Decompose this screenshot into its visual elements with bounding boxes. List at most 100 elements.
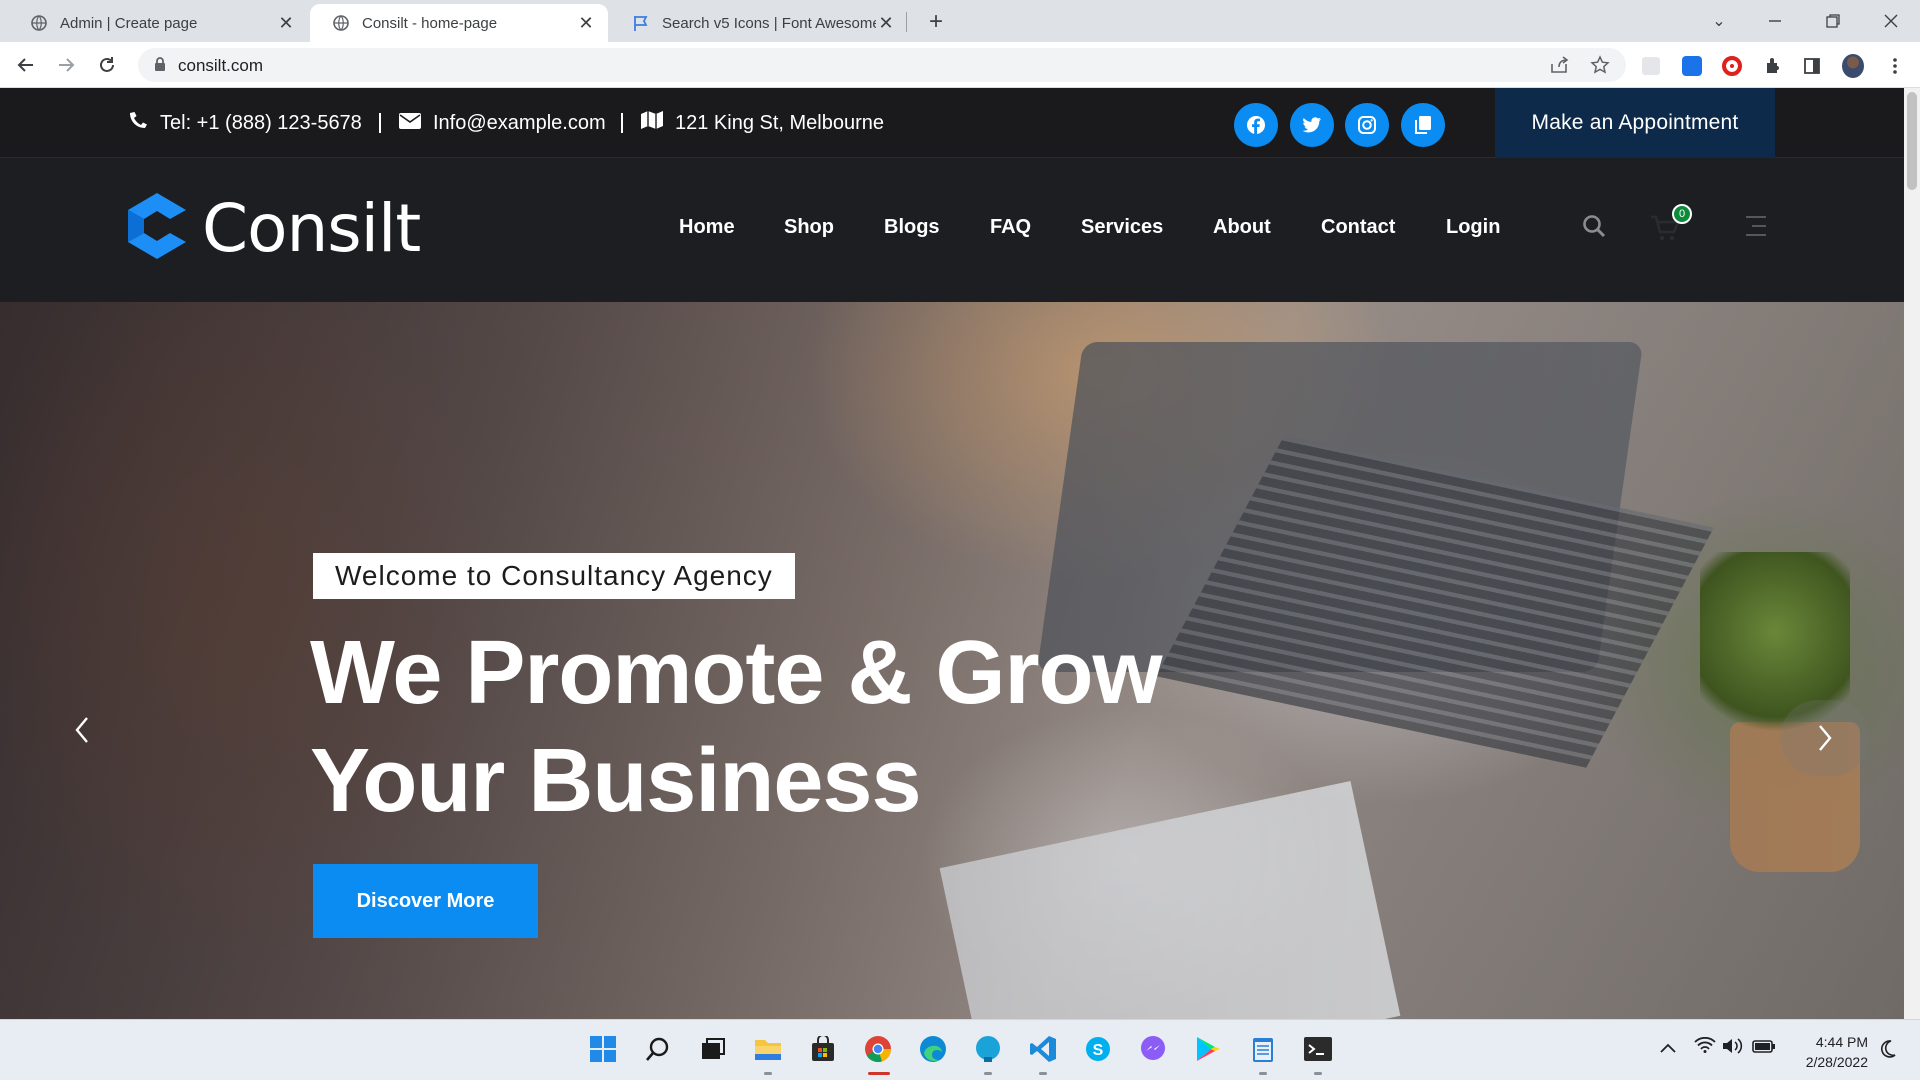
chrome-icon[interactable]: [861, 1032, 895, 1066]
divider: [379, 113, 381, 133]
bookmark-star-icon[interactable]: [1590, 55, 1610, 80]
email-text: Info@example.com: [433, 111, 606, 134]
tab-title: Search v5 Icons | Font Awesome: [662, 14, 876, 32]
clock-date: 2/28/2022: [1805, 1054, 1868, 1070]
active-indicator: [868, 1072, 890, 1075]
reload-button[interactable]: [93, 51, 121, 79]
tab-font-awesome[interactable]: Search v5 Icons | Font Awesome ✕: [610, 4, 908, 42]
url-text[interactable]: consilt.com: [178, 56, 263, 76]
windows-start-icon[interactable]: [586, 1032, 620, 1066]
nav-item-home[interactable]: Home: [679, 216, 735, 239]
instagram-icon[interactable]: [1345, 103, 1389, 147]
facebook-icon[interactable]: [1234, 103, 1278, 147]
close-icon[interactable]: ✕: [576, 13, 596, 33]
slider-prev-arrow[interactable]: [62, 700, 102, 760]
search-icon[interactable]: [1582, 214, 1606, 243]
twitter-icon[interactable]: [1290, 103, 1334, 147]
discover-more-button[interactable]: Discover More: [313, 864, 538, 938]
nav-item-contact[interactable]: Contact: [1321, 216, 1395, 239]
chevron-up-icon[interactable]: [1660, 1040, 1676, 1058]
volume-icon[interactable]: [1722, 1037, 1744, 1060]
file-explorer-icon[interactable]: [751, 1032, 785, 1066]
hero-headline-line1: We Promote & Grow: [310, 623, 1162, 723]
slider-next-arrow[interactable]: [1780, 700, 1870, 776]
globe-icon: [30, 14, 48, 32]
phone-contact[interactable]: Tel: +1 (888) 123-5678: [128, 110, 362, 136]
logo[interactable]: Consilt: [128, 189, 421, 267]
envelope-icon: [399, 112, 433, 135]
terminal-icon[interactable]: [1301, 1032, 1335, 1066]
nav-item-faq[interactable]: FAQ: [990, 216, 1031, 239]
extension-blank-icon[interactable]: [1640, 55, 1662, 77]
close-icon[interactable]: ✕: [876, 13, 896, 33]
hamburger-menu-icon[interactable]: [1746, 216, 1766, 243]
store-icon[interactable]: [806, 1032, 840, 1066]
address-contact[interactable]: 121 King St, Melbourne: [641, 110, 884, 136]
close-window-button[interactable]: [1876, 6, 1906, 36]
messenger-icon[interactable]: [1136, 1032, 1170, 1066]
side-panel-icon[interactable]: [1801, 55, 1823, 77]
top-contact-bar: Tel: +1 (888) 123-5678 Info@example.com …: [0, 88, 1904, 158]
forward-button[interactable]: [52, 51, 80, 79]
address-bar[interactable]: consilt.com: [138, 48, 1626, 82]
make-appointment-button[interactable]: Make an Appointment: [1495, 88, 1775, 158]
website-viewport: Tel: +1 (888) 123-5678 Info@example.com …: [0, 88, 1904, 1019]
minimize-button[interactable]: [1760, 6, 1790, 36]
running-indicator: [984, 1072, 992, 1075]
close-icon[interactable]: ✕: [276, 13, 296, 33]
nav-item-services[interactable]: Services: [1081, 216, 1163, 239]
skype-icon[interactable]: S: [1081, 1032, 1115, 1066]
tab-title: Admin | Create page: [60, 14, 198, 32]
back-button[interactable]: [12, 51, 40, 79]
flag-icon: [632, 14, 650, 32]
phone-icon: [128, 110, 160, 136]
running-indicator: [1259, 1072, 1267, 1075]
cart-count-badge: 0: [1672, 204, 1692, 224]
clock-time: 4:44 PM: [1815, 1034, 1868, 1050]
tab-search-icon[interactable]: ⌄: [1704, 6, 1734, 36]
running-indicator: [1039, 1072, 1047, 1075]
map-icon: [641, 111, 675, 135]
share-icon[interactable]: [1550, 56, 1570, 79]
scrollbar-thumb[interactable]: [1907, 92, 1917, 190]
new-tab-button[interactable]: +: [922, 8, 950, 36]
vscode-icon[interactable]: [1026, 1032, 1060, 1066]
tab-separator: [906, 12, 907, 32]
svg-text:S: S: [1093, 1042, 1104, 1059]
nav-item-blogs[interactable]: Blogs: [884, 216, 940, 239]
nav-item-shop[interactable]: Shop: [784, 216, 834, 239]
notepad-icon[interactable]: [1246, 1032, 1280, 1066]
extension-blue-icon[interactable]: [1681, 55, 1703, 77]
search-icon[interactable]: [641, 1032, 675, 1066]
copy-icon[interactable]: [1401, 103, 1445, 147]
hero-headline-line2: Your Business: [310, 731, 921, 831]
running-indicator: [764, 1072, 772, 1075]
edge-dev-icon[interactable]: [971, 1032, 1005, 1066]
wifi-icon[interactable]: [1694, 1036, 1716, 1058]
opera-extension-icon[interactable]: [1721, 55, 1743, 77]
page-scrollbar[interactable]: [1904, 88, 1920, 1019]
nav-item-about[interactable]: About: [1213, 216, 1271, 239]
divider: [621, 113, 623, 133]
system-clock[interactable]: 4:44 PM 2/28/2022: [1786, 1032, 1868, 1072]
logo-mark-icon: [128, 192, 186, 264]
profile-avatar[interactable]: [1842, 54, 1864, 78]
running-indicator: [1314, 1072, 1322, 1075]
tab-consilt-home[interactable]: Consilt - home-page ✕: [310, 4, 608, 42]
email-contact[interactable]: Info@example.com: [399, 110, 606, 136]
lock-icon[interactable]: [154, 57, 166, 77]
browser-menu-icon[interactable]: [1884, 55, 1906, 77]
phone-text: Tel: +1 (888) 123-5678: [160, 111, 362, 134]
play-store-icon[interactable]: [1191, 1032, 1225, 1066]
battery-icon[interactable]: [1752, 1038, 1776, 1059]
edge-icon[interactable]: [916, 1032, 950, 1066]
logo-text: Consilt: [202, 189, 421, 267]
browser-tab-strip: Admin | Create page ✕ Consilt - home-pag…: [0, 0, 1920, 42]
focus-moon-icon[interactable]: [1880, 1040, 1896, 1063]
restore-button[interactable]: [1818, 6, 1848, 36]
tab-admin-create-page[interactable]: Admin | Create page ✕: [8, 4, 308, 42]
task-view-icon[interactable]: [696, 1032, 730, 1066]
puzzle-extensions-icon[interactable]: [1762, 55, 1784, 77]
nav-item-login[interactable]: Login: [1446, 216, 1500, 239]
hero-tagline: Welcome to Consultancy Agency: [313, 553, 795, 599]
